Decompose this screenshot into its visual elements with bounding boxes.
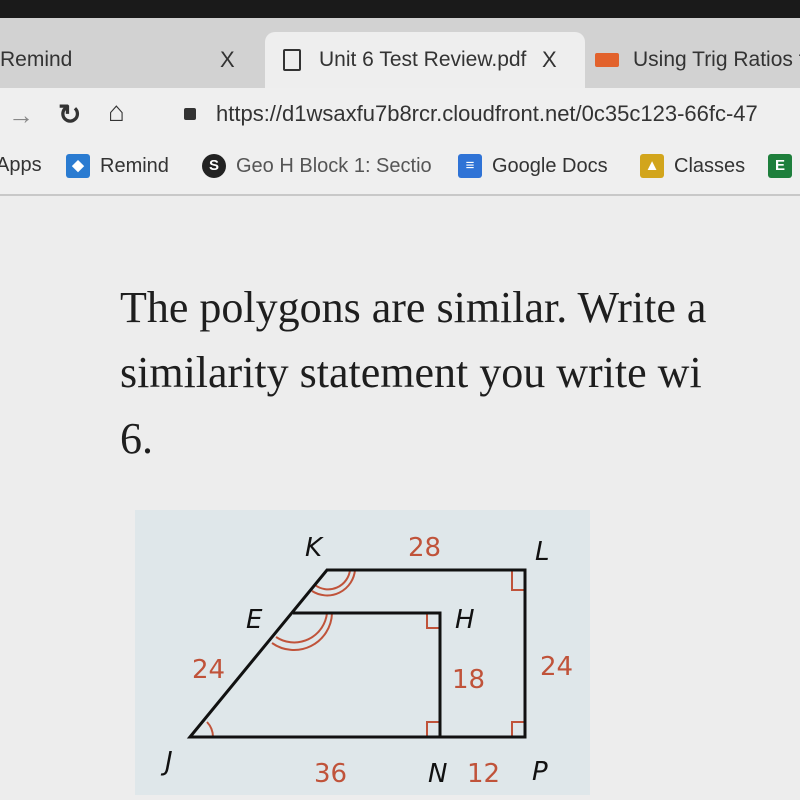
polygon-EHN [293,611,442,737]
polygon-JKLP [186,568,527,739]
document-icon [283,49,301,71]
vertex-L: L [535,537,550,567]
bookmark-e[interactable]: E [768,154,792,178]
close-tab-icon[interactable]: X [220,47,235,73]
polygon-diagram: K L E H J N P 28 24 24 18 36 12 [135,510,590,795]
question-line-1: The polygons are similar. Write a [120,283,707,332]
vertex-E: E [246,605,263,635]
measure-JN: 36 [314,759,347,789]
question-line-2: similarity statement you write wi [120,348,702,397]
right-angle-N [426,721,440,737]
forward-icon[interactable]: → [8,100,34,131]
lock-icon [184,108,196,120]
vertex-P: P [532,757,548,787]
angle-mark-E-2 [271,612,333,652]
tab-title: Unit 6 Test Review.pdf [319,48,527,71]
bookmark-google-docs[interactable]: ≡ Google Docs [458,154,608,178]
measure-HN: 18 [452,665,485,695]
vertex-J: J [160,747,173,777]
screen-bezel [0,0,800,18]
right-angle-P [511,721,525,737]
measure-NP: 12 [467,759,500,789]
google-docs-icon: ≡ [458,154,482,178]
measure-KL: 28 [408,533,441,563]
bookmark-apps[interactable]: Apps [0,154,42,177]
tab-remind[interactable]: Remind X [0,32,260,88]
right-angle-L [511,570,525,591]
right-angle-H [426,613,440,629]
measure-JE: 24 [192,655,225,685]
tab-title: Remind [0,48,73,71]
home-icon[interactable]: ⌂ [108,96,125,128]
tab-bar: Remind X Unit 6 Test Review.pdf X Using … [0,18,800,88]
tab-trig-ratios[interactable]: Using Trig Ratios t [595,32,800,88]
bookmark-remind[interactable]: ◆ Remind [66,154,169,178]
remind-icon: ◆ [66,154,90,178]
vertex-K: K [305,533,324,563]
bookmark-label: Remind [100,154,169,177]
classroom-icon: ▲ [640,154,664,178]
reload-icon[interactable]: ↻ [58,98,81,131]
tab-title: Using Trig Ratios t [633,48,800,71]
bookmark-label: Classes [674,154,746,177]
bookmark-e-icon: E [768,154,792,178]
bookmark-geo-h[interactable]: S Geo H Block 1: Sectio [202,154,432,178]
bookmark-label: Google Docs [492,154,608,177]
question-number: 6. [120,414,153,463]
diagram-svg: K L E H J N P 28 24 24 18 36 12 [160,533,573,789]
close-tab-icon[interactable]: X [542,47,557,73]
bookmark-classes[interactable]: ▲ Classes [640,154,745,178]
vertex-H: H [455,605,475,635]
url-field[interactable]: https://d1wsaxfu7b8rcr.cloudfront.net/0c… [216,101,758,127]
schoology-icon: S [202,154,226,178]
angle-mark-E-1 [275,612,328,644]
bookmark-label: Apps [0,154,42,176]
slides-icon [595,53,619,67]
bookmarks-bar: Apps ◆ Remind S Geo H Block 1: Sectio ≡ Goo… [0,146,800,196]
address-bar-row: → ↻ ⌂ https://d1wsaxfu7b8rcr.cloudfront.… [0,88,800,146]
angle-mark-J [206,721,214,738]
measure-LP: 24 [540,652,573,682]
tab-unit6-review[interactable]: Unit 6 Test Review.pdf X [265,32,585,88]
vertex-N: N [428,759,447,789]
bookmark-label: Geo H Block 1: Sectio [236,154,432,177]
